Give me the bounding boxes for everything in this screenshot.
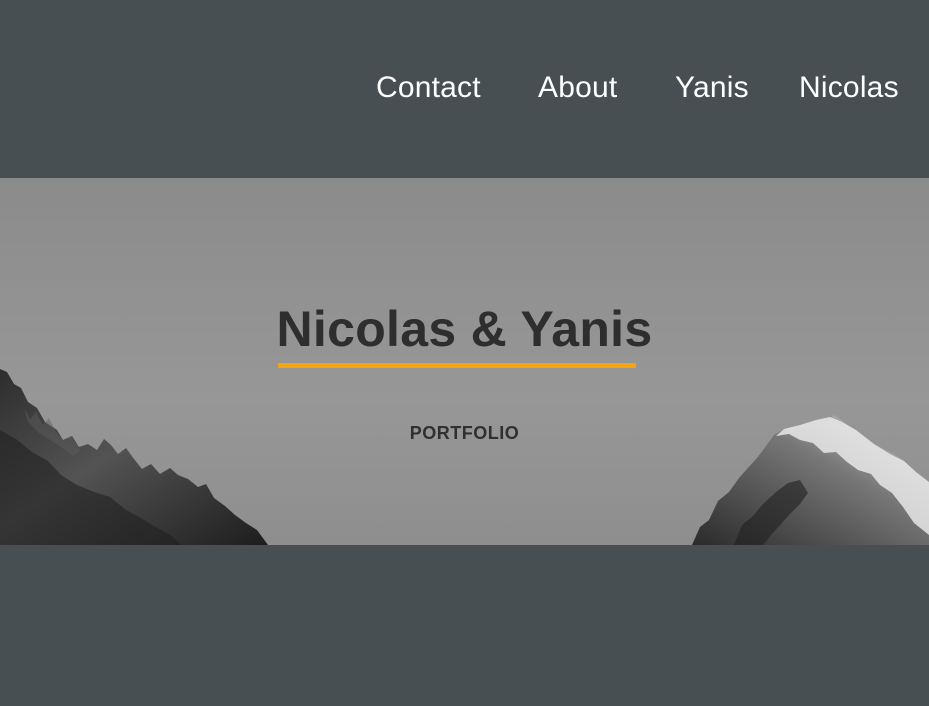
nav-link-contact[interactable]: Contact (376, 70, 481, 108)
hero-subtitle: PORTFOLIO (409, 423, 520, 443)
page: Contact About Yanis Nicolas Nicolas & Ya… (0, 0, 929, 706)
nav-link-about[interactable]: About (538, 70, 617, 108)
nav-link-yanis[interactable]: Yanis (675, 70, 749, 108)
title-underline-divider (278, 363, 636, 368)
nav-link-nicolas[interactable]: Nicolas (799, 70, 899, 108)
top-navigation-bar: Contact About Yanis Nicolas (0, 0, 929, 178)
hero-title-text: Nicolas & Yanis (276, 301, 653, 357)
main-navigation: Contact About Yanis Nicolas (0, 70, 929, 110)
bottom-content-area (0, 545, 929, 706)
mountain-background-image (0, 178, 929, 545)
hero-banner: Nicolas & Yanis PORTFOLIO (0, 178, 929, 545)
hero-title: Nicolas & Yanis (0, 301, 929, 359)
